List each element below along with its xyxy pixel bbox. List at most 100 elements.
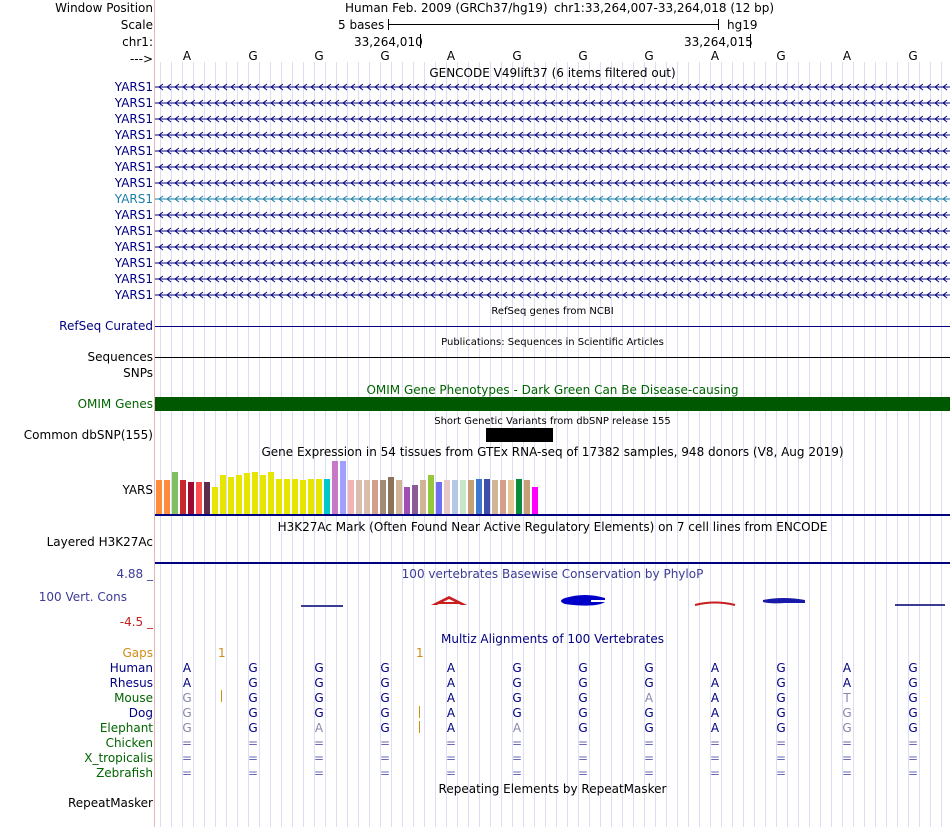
refseq-label[interactable]: RefSeq Curated bbox=[59, 319, 153, 333]
gencode-gene-label[interactable]: YARS1 bbox=[115, 160, 153, 174]
multiz-track-title[interactable]: Multiz Alignments of 100 Vertebrates bbox=[155, 632, 950, 646]
gtex-tissue-bar[interactable] bbox=[436, 482, 442, 514]
gencode-transcript[interactable] bbox=[155, 272, 950, 286]
repeatmasker-track-title[interactable]: Repeating Elements by RepeatMasker bbox=[155, 782, 950, 796]
omim-gene-bar[interactable] bbox=[155, 397, 950, 411]
gtex-tissue-bar[interactable] bbox=[444, 480, 450, 514]
cons-track-title[interactable]: 100 vertebrates Basewise Conservation by… bbox=[155, 567, 950, 581]
refseq-track-title[interactable]: RefSeq genes from NCBI bbox=[155, 305, 950, 319]
gtex-tissue-bar[interactable] bbox=[244, 473, 250, 514]
position-readout[interactable]: chr1:33,264,007-33,264,018 (12 bp) bbox=[554, 1, 774, 15]
multiz-species-label[interactable]: Dog bbox=[129, 706, 153, 720]
omim-label[interactable]: OMIM Genes bbox=[78, 397, 153, 411]
gtex-tissue-bar[interactable] bbox=[396, 480, 402, 514]
gencode-gene-label[interactable]: YARS1 bbox=[115, 192, 153, 206]
gtex-tissue-bar[interactable] bbox=[332, 461, 338, 514]
h3k27ac-track-title[interactable]: H3K27Ac Mark (Often Found Near Active Re… bbox=[155, 520, 950, 534]
gtex-tissue-bar[interactable] bbox=[508, 480, 514, 514]
gtex-tissue-bar[interactable] bbox=[260, 475, 266, 514]
gtex-tissue-bar[interactable] bbox=[292, 479, 298, 514]
gtex-tissue-bar[interactable] bbox=[252, 472, 258, 514]
gtex-tissue-bar[interactable] bbox=[372, 480, 378, 514]
dbsnp-variant[interactable] bbox=[486, 428, 553, 442]
gtex-tissue-bar[interactable] bbox=[300, 480, 306, 514]
gtex-tissue-bar[interactable] bbox=[340, 461, 346, 514]
gencode-transcript[interactable] bbox=[155, 256, 950, 270]
gtex-tissue-bar[interactable] bbox=[308, 479, 314, 514]
gtex-tissue-bar[interactable] bbox=[164, 480, 170, 514]
gencode-transcript[interactable] bbox=[155, 160, 950, 174]
gtex-tissue-bar[interactable] bbox=[484, 479, 490, 514]
gtex-tissue-bar[interactable] bbox=[356, 480, 362, 514]
gtex-tissue-bar[interactable] bbox=[188, 482, 194, 514]
repeatmasker-label[interactable]: RepeatMasker bbox=[68, 796, 153, 810]
gtex-tissue-bar[interactable] bbox=[468, 480, 474, 514]
gencode-transcript[interactable] bbox=[155, 112, 950, 126]
gtex-tissue-bar[interactable] bbox=[516, 479, 522, 514]
gencode-gene-label[interactable]: YARS1 bbox=[115, 80, 153, 94]
gencode-gene-label[interactable]: YARS1 bbox=[115, 288, 153, 302]
gencode-gene-label[interactable]: YARS1 bbox=[115, 256, 153, 270]
gtex-tissue-bar[interactable] bbox=[428, 475, 434, 514]
multiz-species-label[interactable]: Elephant bbox=[100, 721, 153, 735]
gencode-transcript[interactable] bbox=[155, 96, 950, 110]
multiz-species-label[interactable]: Rhesus bbox=[110, 676, 153, 690]
gencode-gene-label[interactable]: YARS1 bbox=[115, 144, 153, 158]
gencode-gene-label[interactable]: YARS1 bbox=[115, 96, 153, 110]
gtex-tissue-bar[interactable] bbox=[460, 480, 466, 514]
dbsnp-label[interactable]: Common dbSNP(155) bbox=[24, 428, 153, 442]
gtex-tissue-bar[interactable] bbox=[412, 485, 418, 514]
multiz-species-label[interactable]: Human bbox=[110, 661, 153, 675]
gtex-tissue-bar[interactable] bbox=[452, 480, 458, 514]
multiz-species-label[interactable]: X_tropicalis bbox=[84, 751, 153, 765]
cons-label[interactable]: 100 Vert. Cons bbox=[39, 590, 127, 604]
gtex-tissue-bar[interactable] bbox=[276, 479, 282, 514]
gtex-tissue-bar[interactable] bbox=[204, 482, 210, 514]
gencode-transcript[interactable] bbox=[155, 240, 950, 254]
gencode-gene-label[interactable]: YARS1 bbox=[115, 240, 153, 254]
gencode-gene-label[interactable]: YARS1 bbox=[115, 272, 153, 286]
gtex-tissue-bar[interactable] bbox=[348, 480, 354, 514]
gencode-track-title[interactable]: GENCODE V49lift37 (6 items filtered out) bbox=[155, 66, 950, 80]
gtex-tissue-bar[interactable] bbox=[364, 480, 370, 514]
gencode-gene-label[interactable]: YARS1 bbox=[115, 128, 153, 142]
cons-logo[interactable] bbox=[155, 592, 950, 622]
gtex-tissue-bar[interactable] bbox=[236, 475, 242, 514]
gtex-tissue-bar[interactable] bbox=[380, 480, 386, 514]
gencode-gene-label[interactable]: YARS1 bbox=[115, 208, 153, 222]
gencode-transcript[interactable] bbox=[155, 288, 950, 302]
gtex-tissue-bar[interactable] bbox=[492, 480, 498, 514]
sequences-label[interactable]: Sequences bbox=[88, 350, 153, 364]
gtex-tissue-bar[interactable] bbox=[268, 472, 274, 514]
gtex-tissue-bar[interactable] bbox=[284, 479, 290, 514]
gtex-tissue-bar[interactable] bbox=[500, 480, 506, 514]
gtex-tissue-bar[interactable] bbox=[532, 487, 538, 514]
gtex-track-title[interactable]: Gene Expression in 54 tissues from GTEx … bbox=[155, 445, 950, 459]
gtex-tissue-bar[interactable] bbox=[228, 477, 234, 514]
gtex-tissue-bar[interactable] bbox=[316, 479, 322, 514]
gencode-transcript[interactable] bbox=[155, 80, 950, 94]
gtex-tissue-bar[interactable] bbox=[476, 479, 482, 514]
multiz-species-label[interactable]: Mouse bbox=[114, 691, 153, 705]
gencode-transcript[interactable] bbox=[155, 192, 950, 206]
multiz-species-label[interactable]: Chicken bbox=[106, 736, 153, 750]
gencode-gene-label[interactable]: YARS1 bbox=[115, 112, 153, 126]
snps-label[interactable]: SNPs bbox=[123, 366, 153, 380]
gtex-label[interactable]: YARS bbox=[122, 483, 153, 497]
gtex-tissue-bar[interactable] bbox=[172, 472, 178, 514]
gtex-tissue-bar[interactable] bbox=[324, 479, 330, 514]
gtex-tissue-bar[interactable] bbox=[212, 487, 218, 514]
dbsnp-track-title[interactable]: Short Genetic Variants from dbSNP releas… bbox=[155, 415, 950, 429]
gtex-tissue-bar[interactable] bbox=[220, 475, 226, 514]
gtex-tissue-bar[interactable] bbox=[180, 480, 186, 514]
gtex-tissue-bar[interactable] bbox=[404, 487, 410, 514]
gencode-gene-label[interactable]: YARS1 bbox=[115, 224, 153, 238]
gtex-tissue-bar[interactable] bbox=[388, 477, 394, 514]
gtex-tissue-bar[interactable] bbox=[156, 480, 162, 514]
sequences-track-title[interactable]: Publications: Sequences in Scientific Ar… bbox=[155, 336, 950, 350]
gencode-transcript[interactable] bbox=[155, 224, 950, 238]
gtex-tissue-bar[interactable] bbox=[196, 482, 202, 514]
h3k27ac-label[interactable]: Layered H3K27Ac bbox=[47, 535, 153, 549]
omim-track-title[interactable]: OMIM Gene Phenotypes - Dark Green Can Be… bbox=[155, 383, 950, 397]
gtex-tissue-bar[interactable] bbox=[524, 480, 530, 514]
